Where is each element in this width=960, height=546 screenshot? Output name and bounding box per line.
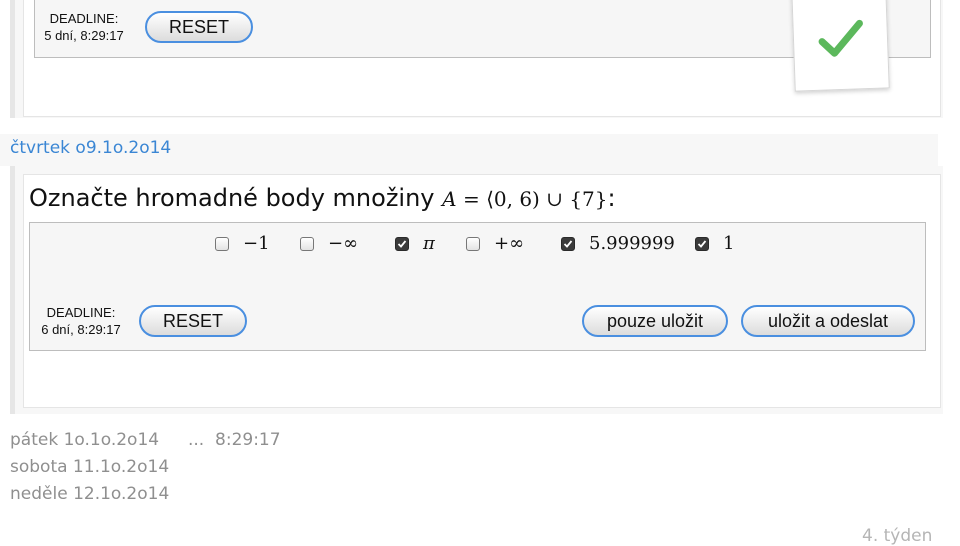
week-label: 4. týden [862,526,933,546]
option-label: 1 [723,233,735,254]
option-item[interactable]: 5.999999 [561,233,675,254]
option-label: π [423,233,435,254]
math-set: ⟨0, 6) ∪ {7} [486,187,608,211]
math-lhs: A [442,187,457,211]
option-label: 5.999999 [589,233,675,254]
current-deadline: DEADLINE: 6 dní, 8:29:17 [36,304,126,338]
option-label: −1 [243,233,270,254]
day-heading-friday: pátek 1o.1o.2o14 [10,430,160,450]
deadline-label: DEADLINE: [46,305,116,320]
option-checkbox[interactable] [300,236,314,251]
friday-countdown: ... 8:29:17 [188,430,281,450]
question-prompt: Označte hromadné body množiny [29,184,435,212]
option-item[interactable]: −∞ [300,233,358,254]
option-checkbox[interactable] [695,236,709,251]
option-item[interactable]: π [395,233,435,254]
completed-status-card [791,0,890,92]
option-checkbox[interactable] [215,236,229,251]
deadline-value: 6 dní, 8:29:17 [41,322,121,337]
save-only-button[interactable]: pouze uložit [582,305,728,337]
day-heading-saturday: sobota 11.1o.2o14 [10,457,170,477]
question-math: A = ⟨0, 6) ∪ {7} [442,187,607,211]
option-checkbox[interactable] [561,236,575,251]
current-day-heading[interactable]: čtvrtek o9.1o.2o14 [10,138,171,158]
option-item[interactable]: −1 [215,233,270,254]
reset-button[interactable]: RESET [139,305,247,337]
option-item[interactable]: 1 [695,233,734,254]
option-label: −∞ [328,233,359,254]
option-item[interactable]: +∞ [466,233,524,254]
save-and-submit-button[interactable]: uložit a odeslat [741,305,915,337]
option-checkbox[interactable] [395,236,409,251]
question-suffix: : [607,184,616,212]
checkmark-icon [818,19,863,57]
deadline-label: DEADLINE: [49,11,119,26]
option-checkbox[interactable] [466,236,480,251]
deadline-value: 5 dní, 8:29:17 [44,28,124,43]
math-equals: = [456,187,487,211]
day-heading-sunday: neděle 12.1o.2o14 [10,484,170,504]
option-label: +∞ [494,233,525,254]
question-text: Označte hromadné body množiny A = ⟨0, 6)… [29,184,616,212]
previous-reset-button[interactable]: RESET [145,11,253,43]
previous-deadline: DEADLINE: 5 dní, 8:29:17 [39,10,129,44]
